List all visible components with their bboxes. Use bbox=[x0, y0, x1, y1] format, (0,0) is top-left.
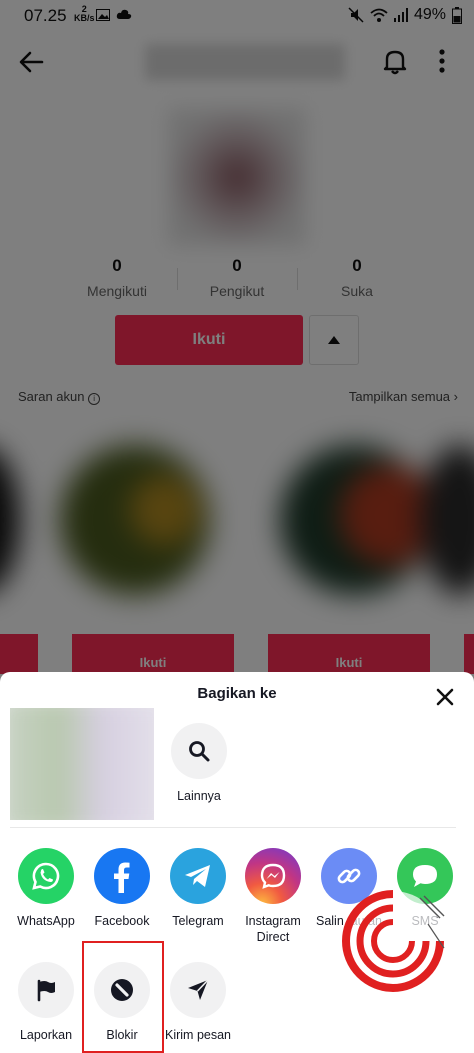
share-telegram[interactable]: Telegram bbox=[156, 848, 240, 929]
report-button[interactable]: Laporkan bbox=[4, 962, 88, 1043]
watermark-logo bbox=[342, 890, 445, 992]
share-sheet: Bagikan ke Lainnya WhatsApp Facebook Tel… bbox=[0, 672, 474, 1053]
share-whatsapp[interactable]: WhatsApp bbox=[4, 848, 88, 929]
share-facebook[interactable]: Facebook bbox=[80, 848, 164, 929]
share-instagram-direct[interactable]: Instagram Direct bbox=[231, 848, 315, 945]
send-icon bbox=[170, 962, 226, 1018]
flag-icon bbox=[18, 962, 74, 1018]
whatsapp-icon bbox=[18, 848, 74, 904]
facebook-icon bbox=[94, 848, 150, 904]
telegram-icon bbox=[170, 848, 226, 904]
share-sheet-title: Bagikan ke bbox=[197, 685, 277, 702]
send-message-button[interactable]: Kirim pesan bbox=[156, 962, 240, 1043]
block-highlight-annotation bbox=[82, 941, 164, 1053]
profile-preview-thumbnail bbox=[10, 708, 154, 820]
close-icon[interactable] bbox=[432, 684, 458, 710]
instagram-direct-icon bbox=[245, 848, 301, 904]
share-more-button[interactable]: Lainnya bbox=[157, 723, 241, 804]
search-icon bbox=[171, 723, 227, 779]
sheet-divider bbox=[10, 827, 456, 828]
